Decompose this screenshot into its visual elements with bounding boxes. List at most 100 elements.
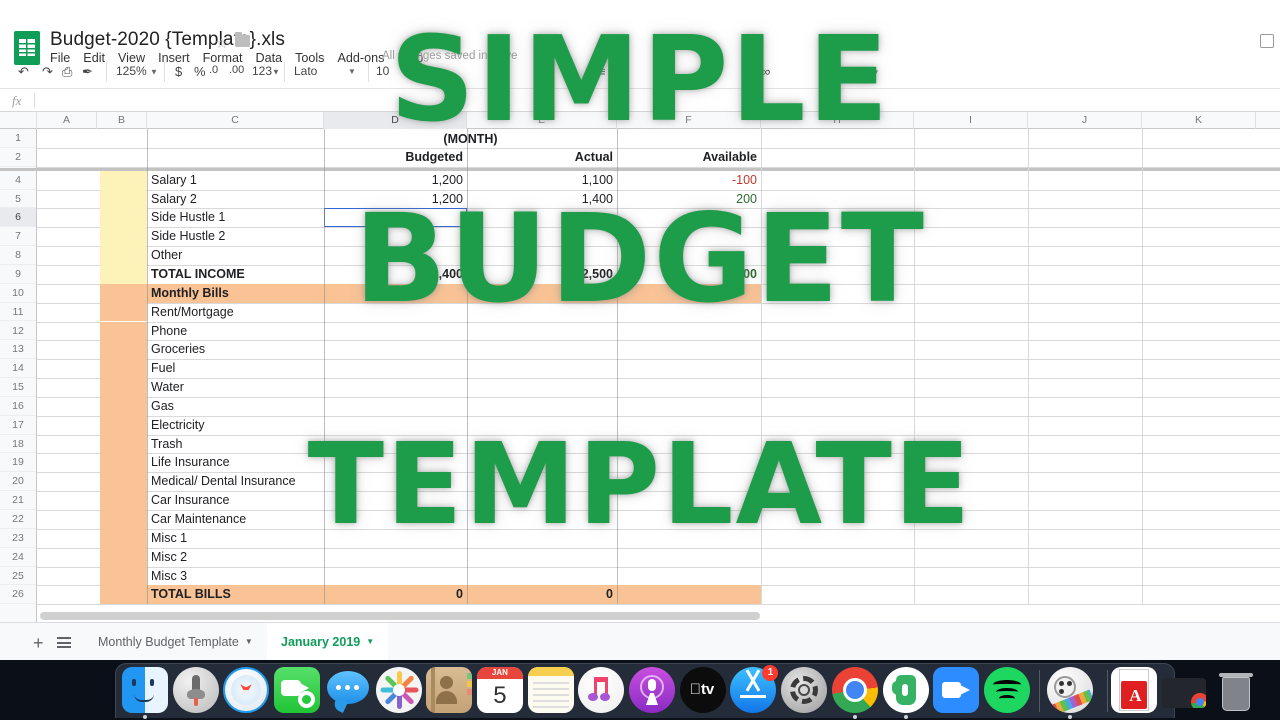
cell-C8[interactable]: Other bbox=[147, 247, 324, 266]
text-color-button[interactable]: A bbox=[497, 64, 506, 79]
cell-E5[interactable]: 1,400 bbox=[467, 191, 617, 210]
row-header-13[interactable]: 13 bbox=[0, 340, 36, 360]
dock-icon-notes[interactable] bbox=[527, 667, 574, 713]
cell-E4[interactable]: 1,100 bbox=[467, 172, 617, 191]
row-header-8[interactable]: 8 bbox=[0, 246, 36, 265]
cell-C22[interactable]: Car Maintenance bbox=[147, 511, 324, 530]
cell-C26[interactable]: TOTAL BILLS bbox=[147, 586, 324, 605]
dock-icon-messages[interactable] bbox=[325, 667, 371, 713]
cell-F5[interactable]: 200 bbox=[617, 191, 761, 210]
row-header-11[interactable]: 11 bbox=[0, 303, 36, 322]
column-header-B[interactable]: B bbox=[97, 112, 147, 129]
number-format-selector[interactable]: 123▼ bbox=[252, 64, 280, 78]
cell-C25[interactable]: Misc 3 bbox=[147, 568, 324, 587]
row-header-24[interactable]: 24 bbox=[0, 548, 36, 567]
row-header-12[interactable]: 12 bbox=[0, 322, 36, 341]
row-header-23[interactable]: 23 bbox=[0, 529, 36, 548]
column-header-D[interactable]: D bbox=[324, 112, 467, 129]
cells-area[interactable]: Budgeted Actual Available Salary 1 1,200 1,10… bbox=[37, 129, 1280, 622]
line-spacing-button[interactable]: ↕ bbox=[661, 64, 667, 76]
dock-icon-podcasts[interactable] bbox=[629, 667, 675, 713]
dock-icon-system-preferences[interactable] bbox=[781, 667, 828, 713]
cell-C15[interactable]: Water bbox=[147, 379, 324, 398]
cell-C13[interactable]: Groceries bbox=[147, 341, 324, 360]
row-header-16[interactable]: 16 bbox=[0, 397, 36, 416]
cell-C9[interactable]: TOTAL INCOME bbox=[147, 266, 324, 285]
dock-icon-chrome[interactable] bbox=[831, 667, 878, 713]
decrease-decimal-button[interactable]: .0 bbox=[209, 64, 218, 76]
cell-F2[interactable]: Available bbox=[617, 149, 761, 168]
dock-icon-acrobat[interactable]: A bbox=[1111, 667, 1158, 713]
zoom-selector[interactable]: 125% ▼ bbox=[116, 64, 158, 78]
chevron-down-icon[interactable]: ▼ bbox=[348, 67, 356, 76]
font-family-selector[interactable]: Lato bbox=[294, 64, 317, 78]
insert-image-button[interactable]: ▣ bbox=[823, 64, 835, 80]
sheet-tab-january-2019[interactable]: January 2019 ▼ bbox=[267, 623, 389, 661]
cell-C5[interactable]: Salary 2 bbox=[147, 191, 324, 210]
row-header-2[interactable]: 2 bbox=[0, 148, 36, 167]
row-header-1[interactable]: 1 bbox=[0, 129, 36, 148]
percent-format-button[interactable]: % bbox=[194, 64, 206, 79]
cell-D2[interactable]: Budgeted bbox=[324, 149, 467, 168]
row-header-14[interactable]: 14 bbox=[0, 359, 36, 379]
dock-icon-music[interactable] bbox=[578, 667, 625, 713]
row-header-9[interactable]: 9 bbox=[0, 265, 36, 284]
cell-D4[interactable]: 1,200 bbox=[324, 172, 467, 191]
row-header-26[interactable]: 26 bbox=[0, 585, 36, 605]
dock-icon-trash[interactable] bbox=[1213, 667, 1259, 713]
column-header-H[interactable]: H bbox=[761, 112, 914, 129]
cell-C4[interactable]: Salary 1 bbox=[147, 172, 324, 191]
row-header-5[interactable]: 5 bbox=[0, 190, 36, 209]
row-header-7[interactable]: 7 bbox=[0, 227, 36, 247]
dock-icon-finder[interactable] bbox=[122, 667, 168, 713]
add-sheet-button[interactable]: + bbox=[33, 633, 44, 654]
undo-button[interactable]: ↶ bbox=[18, 64, 29, 80]
dock-icon-contacts[interactable] bbox=[426, 667, 473, 713]
column-header-K[interactable]: K bbox=[1142, 112, 1256, 129]
comments-icon[interactable] bbox=[1260, 34, 1274, 48]
column-header-I[interactable]: I bbox=[914, 112, 1028, 129]
dock-icon-evernote[interactable] bbox=[882, 667, 929, 713]
cell-C7[interactable]: Side Hustle 2 bbox=[147, 228, 324, 247]
cell-C12[interactable]: Phone bbox=[147, 323, 324, 342]
row-header-15[interactable]: 15 bbox=[0, 378, 36, 397]
row-header-25[interactable]: 25 bbox=[0, 567, 36, 586]
cell-E9[interactable]: 2,500 bbox=[467, 266, 617, 285]
align-button[interactable]: ≡ bbox=[598, 64, 606, 79]
row-header-20[interactable]: 20 bbox=[0, 472, 36, 492]
dock-icon-appletv[interactable]: tv bbox=[679, 667, 726, 713]
cell-C11[interactable]: Rent/Mortgage bbox=[147, 304, 324, 323]
print-button[interactable]: ⎙ bbox=[62, 64, 72, 80]
row-header-21[interactable]: 21 bbox=[0, 491, 36, 510]
cell-E26[interactable]: 0 bbox=[467, 586, 617, 605]
insert-link-button[interactable]: ∞ bbox=[761, 64, 770, 79]
cell-D5[interactable]: 1,200 bbox=[324, 191, 467, 210]
column-header-A[interactable]: A bbox=[37, 112, 97, 129]
horizontal-scrollbar[interactable] bbox=[40, 612, 760, 620]
font-size-selector[interactable]: 10 bbox=[376, 64, 389, 78]
cell-C14[interactable]: Fuel bbox=[147, 360, 324, 379]
row-header-22[interactable]: 22 bbox=[0, 510, 36, 529]
paint-format-button[interactable]: ✒ bbox=[82, 64, 93, 80]
row-header-4[interactable]: 4 bbox=[0, 171, 36, 190]
cell-C21[interactable]: Car Insurance bbox=[147, 492, 324, 511]
cell-F9[interactable]: 100 bbox=[617, 266, 761, 285]
functions-button[interactable]: Σ ▼ bbox=[860, 64, 880, 79]
column-header-F[interactable]: F bbox=[617, 112, 761, 129]
dock-icon-calendar[interactable]: JAN 5 bbox=[476, 667, 523, 713]
dock-icon-zoom[interactable] bbox=[933, 667, 980, 713]
dock-icon-photos[interactable] bbox=[375, 667, 422, 713]
cell-E2[interactable]: Actual bbox=[467, 149, 617, 168]
folder-icon[interactable] bbox=[235, 32, 250, 47]
cell-C6[interactable]: Side Hustle 1 bbox=[147, 209, 324, 228]
cell-C10[interactable]: Monthly Bills bbox=[147, 285, 324, 304]
cell-D9[interactable]: 2,400 bbox=[324, 266, 467, 285]
cell-title-month[interactable]: (MONTH) bbox=[324, 130, 617, 149]
increase-decimal-button[interactable]: .00 bbox=[229, 64, 244, 76]
dock-icon-imovie[interactable] bbox=[1046, 667, 1093, 713]
redo-button[interactable]: ↷ bbox=[42, 64, 53, 80]
cell-F4[interactable]: -100 bbox=[617, 172, 761, 191]
cell-C24[interactable]: Misc 2 bbox=[147, 549, 324, 568]
cell-C23[interactable]: Misc 1 bbox=[147, 530, 324, 549]
column-header-J[interactable]: J bbox=[1028, 112, 1142, 129]
